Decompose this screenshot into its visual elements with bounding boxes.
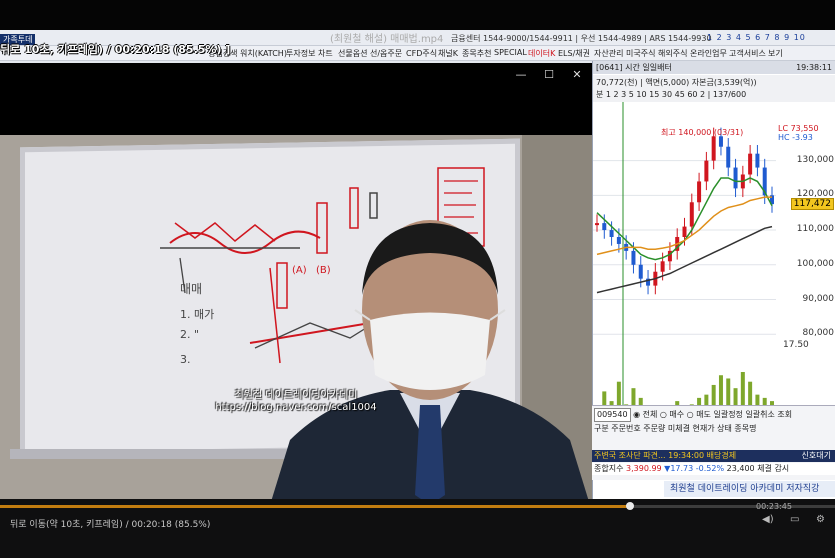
- candle-body: [711, 136, 716, 161]
- order-type-radios[interactable]: ◉ 전체 ○ 매수 ○ 매도: [633, 410, 711, 419]
- video-frame[interactable]: (A) (B) 매매 1. 매가 2. " 3. 최원철 데이트레이딩아카데미 …: [0, 135, 592, 499]
- menu-item[interactable]: 워치(KATCH): [240, 48, 287, 59]
- candle-body: [616, 237, 621, 244]
- video-header: — ☐ ✕: [0, 63, 592, 135]
- menu-item[interactable]: 데이터K: [528, 48, 555, 59]
- menu-item[interactable]: 투자정보: [286, 48, 315, 59]
- svg-text:1. 매가: 1. 매가: [180, 308, 214, 321]
- academy-banner[interactable]: 최원철 데이트레이딩 아카데미 저자직강: [664, 481, 835, 497]
- ticker-status: 신호대기: [801, 451, 831, 460]
- svg-text:매매: 매매: [180, 282, 202, 296]
- price-tick-label: 100,000: [796, 258, 834, 269]
- chart-title: [0641] 시간 일일배터: [596, 63, 672, 72]
- index-tools[interactable]: 체결 감시: [757, 464, 789, 473]
- subtitle-line-1: 최원철 데이트레이딩아카데미: [234, 390, 358, 401]
- hc-value: HC -3.93: [778, 133, 813, 142]
- price-tick-label: 90,000: [802, 293, 835, 304]
- candle-body: [638, 264, 643, 279]
- candle-body: [689, 202, 694, 227]
- presenter: [271, 220, 589, 499]
- video-player-window[interactable]: — ☐ ✕ (A) (B) 매매 1. 매가 2. " 3. 최원철 데이트레이…: [0, 63, 592, 499]
- chart-titlebar: [0641] 시간 일일배터 19:38:11: [593, 61, 835, 74]
- quick-screen-numbers[interactable]: 1 2 3 4 5 6 7 8 9 10: [707, 33, 806, 42]
- menu-item[interactable]: 해외주식: [658, 48, 687, 59]
- index-value: 3,390.99: [626, 464, 662, 473]
- volume-icon[interactable]: ◀): [762, 514, 774, 525]
- chart-toolbar: 70,772(천) | 액면(5,000) 자본금(3,539(억)) 분 1 …: [593, 75, 835, 102]
- candle-body: [726, 146, 731, 168]
- volume-axis-label: 17.50: [783, 340, 809, 350]
- stock-code-input[interactable]: 009540: [594, 408, 631, 422]
- menu-item[interactable]: CFD주식: [406, 48, 437, 59]
- candle-body: [631, 250, 636, 265]
- stock-info-line: 70,772(천) | 액면(5,000) 자본금(3,539(억)): [596, 78, 757, 87]
- candle-body: [682, 226, 687, 237]
- minimize-icon[interactable]: —: [514, 68, 528, 82]
- elapsed-time: 00:23:45: [756, 502, 792, 511]
- candle-body: [660, 261, 665, 272]
- close-icon[interactable]: ✕: [570, 68, 584, 82]
- seek-progress: [0, 505, 631, 508]
- price-tick-label: 80,000: [802, 328, 835, 339]
- menu-item[interactable]: 선물옵션: [338, 48, 367, 59]
- player-osd-caption: 뒤로 10초, 키프레임) / 00:20:18 (85.5%) ]: [0, 43, 231, 56]
- phone-info: 금융센터 1544-9000/1544-9911 | 우선 1544-4989 …: [451, 34, 712, 43]
- menu-item[interactable]: 보기: [768, 48, 783, 59]
- current-price-label: 117,472: [790, 198, 834, 211]
- price-tick-label: 110,000: [796, 224, 834, 235]
- price-axis: 80,000 90,000 100,000 110,000 120,000 130,000…: [778, 102, 835, 417]
- menu-item[interactable]: SPECIAL: [494, 48, 527, 57]
- order-buttons[interactable]: 일괄정정 일괄취소 조회: [713, 410, 792, 419]
- maximize-icon[interactable]: ☐: [542, 68, 556, 82]
- period-selector[interactable]: 분 1 2 3 5 10 15 30 45 60 2 | 137/600: [596, 89, 746, 100]
- subtitle-icon[interactable]: ▭: [790, 514, 799, 525]
- index-row: 종합지수 3,390.99 ▼17.73 -0.52% 23,400 체결 감시: [592, 463, 835, 475]
- price-tick-label: 130,000: [796, 154, 834, 165]
- candle-body: [748, 153, 753, 175]
- window-title: (최원철 해설) 매매법.mp4: [330, 34, 444, 45]
- status-message: 뒤로 이동(약 10초, 키프레임) / 00:20:18 (85.5%): [10, 520, 211, 530]
- ticker-text: 주변국 조사단 파견... 19:34:00 배당경제: [594, 451, 737, 460]
- candle-body: [595, 223, 599, 226]
- menu-item[interactable]: 고객서비스: [729, 48, 766, 59]
- app-top-area: [0, 0, 835, 30]
- subtitle-line-2: https://blog.naver.com/scal1004: [215, 402, 377, 413]
- order-panel: 009540 ◉ 전체 ○ 매수 ○ 매도 일괄정정 일괄취소 조회 구분 주문…: [592, 405, 835, 480]
- candle-body: [733, 167, 738, 189]
- index-change: ▼17.73: [664, 464, 694, 473]
- candle-body: [755, 153, 760, 168]
- menu-item[interactable]: 선/옵주문: [370, 48, 402, 59]
- high-note: 최고 140,000 (03/31): [661, 128, 744, 137]
- candle-body: [697, 181, 702, 203]
- index-volume: 23,400: [726, 464, 755, 473]
- menu-item[interactable]: 차트: [318, 48, 333, 59]
- order-headers: 구분 주문번호 주문량 미체결 현재가 상태 종목명: [594, 424, 757, 433]
- menu-item[interactable]: 채널K: [438, 48, 458, 59]
- menu-item[interactable]: 미국주식: [626, 48, 655, 59]
- menu-item[interactable]: 자산관리: [594, 48, 623, 59]
- player-controls: 00:23:45 뒤로 이동(약 10초, 키프레임) / 00:20:18 (…: [0, 499, 835, 558]
- candle-body: [602, 223, 607, 231]
- candle-body: [704, 160, 709, 182]
- clock: 19:38:11: [796, 63, 832, 72]
- index-name: 종합지수: [594, 464, 624, 473]
- menu-item[interactable]: 종목추천: [462, 48, 491, 59]
- seek-handle[interactable]: [626, 502, 635, 510]
- svg-text:3.: 3.: [180, 353, 191, 366]
- candle-body: [609, 230, 614, 237]
- settings-icon[interactable]: ⚙: [816, 514, 825, 525]
- svg-text:2. ": 2. ": [180, 328, 199, 341]
- menu-item[interactable]: 온라인업무: [690, 48, 727, 59]
- menu-item[interactable]: ELS/채권: [558, 48, 590, 59]
- lc-value: LC 73,550: [778, 124, 819, 133]
- seek-bar[interactable]: [0, 502, 835, 510]
- index-pct: -0.52%: [695, 464, 725, 473]
- news-ticker[interactable]: 주변국 조사단 파견... 19:34:00 배당경제 신호대기: [592, 450, 835, 462]
